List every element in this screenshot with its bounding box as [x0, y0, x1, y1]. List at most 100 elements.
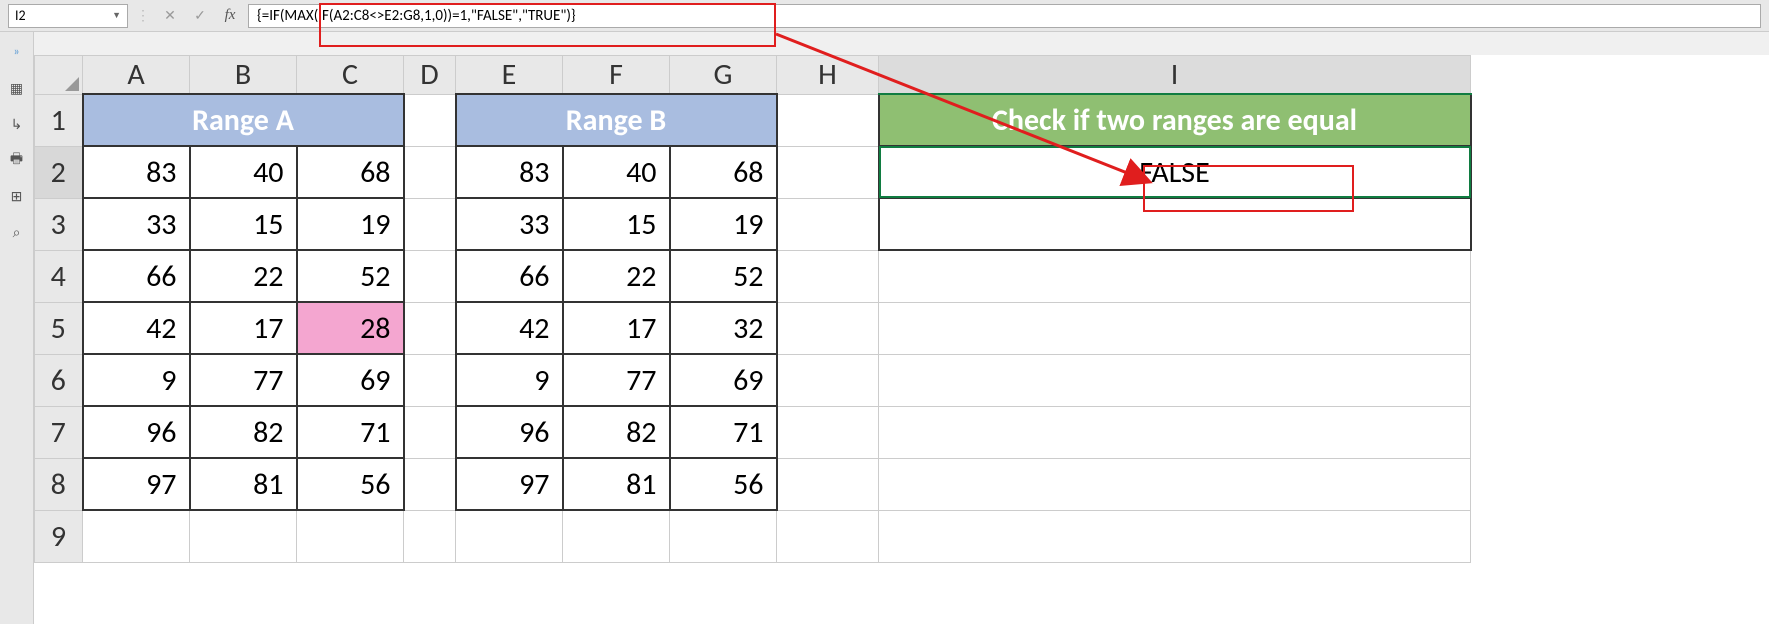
cell-D5[interactable]	[404, 302, 456, 354]
cell-D2[interactable]	[404, 146, 456, 198]
row-header-9[interactable]: 9	[35, 510, 83, 562]
cell-C4[interactable]: 52	[297, 250, 404, 302]
cell-A2[interactable]: 83	[83, 146, 190, 198]
cell-D1[interactable]	[404, 94, 456, 146]
cancel-button[interactable]: ✕	[158, 4, 182, 28]
col-header-E[interactable]: E	[456, 56, 563, 95]
cell-G8[interactable]: 56	[670, 458, 777, 510]
cell-A8[interactable]: 97	[83, 458, 190, 510]
cell-E4[interactable]: 66	[456, 250, 563, 302]
grid-icon[interactable]: ⊞	[7, 186, 27, 206]
cell-F7[interactable]: 82	[563, 406, 670, 458]
cell-D4[interactable]	[404, 250, 456, 302]
cell-E9[interactable]	[456, 510, 563, 562]
cell-I4[interactable]	[879, 250, 1471, 302]
cell-H3[interactable]	[777, 198, 879, 250]
cell-G7[interactable]: 71	[670, 406, 777, 458]
cell-I6[interactable]	[879, 354, 1471, 406]
cell-C9[interactable]	[297, 510, 404, 562]
cell-I5[interactable]	[879, 302, 1471, 354]
cell-C2[interactable]: 68	[297, 146, 404, 198]
cell-B9[interactable]	[190, 510, 297, 562]
cell-A9[interactable]	[83, 510, 190, 562]
cell-B5[interactable]: 17	[190, 302, 297, 354]
cell-H6[interactable]	[777, 354, 879, 406]
col-header-C[interactable]: C	[297, 56, 404, 95]
col-header-D[interactable]: D	[404, 56, 456, 95]
cell-F2[interactable]: 40	[563, 146, 670, 198]
cell-D6[interactable]	[404, 354, 456, 406]
row-header-1[interactable]: 1	[35, 94, 83, 146]
find-icon[interactable]: ⌕	[7, 222, 27, 242]
cell-C7[interactable]: 71	[297, 406, 404, 458]
table-icon[interactable]: ▦	[7, 78, 27, 98]
cell-E8[interactable]: 97	[456, 458, 563, 510]
cell-F8[interactable]: 81	[563, 458, 670, 510]
cell-H2[interactable]	[777, 146, 879, 198]
cell-H1[interactable]	[777, 94, 879, 146]
cell-E7[interactable]: 96	[456, 406, 563, 458]
cell-D8[interactable]	[404, 458, 456, 510]
enter-button[interactable]: ✓	[188, 4, 212, 28]
cell-C3[interactable]: 19	[297, 198, 404, 250]
col-header-B[interactable]: B	[190, 56, 297, 95]
cell-H7[interactable]	[777, 406, 879, 458]
cell-G3[interactable]: 19	[670, 198, 777, 250]
result-header[interactable]: Check if two ranges are equal	[879, 94, 1471, 146]
cell-H8[interactable]	[777, 458, 879, 510]
cell-F5[interactable]: 17	[563, 302, 670, 354]
cell-I2[interactable]: FALSE	[879, 146, 1471, 198]
row-header-6[interactable]: 6	[35, 354, 83, 406]
col-header-H[interactable]: H	[777, 56, 879, 95]
namebox-dropdown-icon[interactable]: ▼	[112, 10, 121, 21]
cell-G9[interactable]	[670, 510, 777, 562]
col-header-F[interactable]: F	[563, 56, 670, 95]
print-icon[interactable]: 🖶	[7, 150, 27, 170]
cell-F6[interactable]: 77	[563, 354, 670, 406]
cell-E6[interactable]: 9	[456, 354, 563, 406]
cell-E2[interactable]: 83	[456, 146, 563, 198]
expand-pane-icon[interactable]: »	[7, 42, 27, 62]
range-a-header[interactable]: Range A	[83, 94, 404, 146]
namebox[interactable]: I2 ▼	[8, 4, 128, 28]
cell-F4[interactable]: 22	[563, 250, 670, 302]
cell-G5[interactable]: 32	[670, 302, 777, 354]
select-all-corner[interactable]	[35, 56, 83, 95]
cell-H4[interactable]	[777, 250, 879, 302]
cell-B6[interactable]: 77	[190, 354, 297, 406]
cell-G4[interactable]: 52	[670, 250, 777, 302]
row-header-2[interactable]: 2	[35, 146, 83, 198]
col-header-G[interactable]: G	[670, 56, 777, 95]
col-header-I[interactable]: I	[879, 56, 1471, 95]
cell-D9[interactable]	[404, 510, 456, 562]
cell-H5[interactable]	[777, 302, 879, 354]
cell-G2[interactable]: 68	[670, 146, 777, 198]
cell-I3[interactable]	[879, 198, 1471, 250]
cell-A7[interactable]: 96	[83, 406, 190, 458]
cell-I9[interactable]	[879, 510, 1471, 562]
cell-I7[interactable]	[879, 406, 1471, 458]
cell-I8[interactable]	[879, 458, 1471, 510]
row-header-4[interactable]: 4	[35, 250, 83, 302]
cell-D7[interactable]	[404, 406, 456, 458]
cell-H9[interactable]	[777, 510, 879, 562]
cell-A6[interactable]: 9	[83, 354, 190, 406]
import-icon[interactable]: ↳	[7, 114, 27, 134]
row-header-8[interactable]: 8	[35, 458, 83, 510]
formula-input[interactable]: {=IF(MAX(IF(A2:C8<>E2:G8,1,0))=1,"FALSE"…	[248, 4, 1761, 28]
cell-A4[interactable]: 66	[83, 250, 190, 302]
row-header-3[interactable]: 3	[35, 198, 83, 250]
cell-B3[interactable]: 15	[190, 198, 297, 250]
cell-D3[interactable]	[404, 198, 456, 250]
cell-G6[interactable]: 69	[670, 354, 777, 406]
cell-F3[interactable]: 15	[563, 198, 670, 250]
cell-A3[interactable]: 33	[83, 198, 190, 250]
cell-F9[interactable]	[563, 510, 670, 562]
cell-B8[interactable]: 81	[190, 458, 297, 510]
range-b-header[interactable]: Range B	[456, 94, 777, 146]
cell-B7[interactable]: 82	[190, 406, 297, 458]
col-header-A[interactable]: A	[83, 56, 190, 95]
cell-C5[interactable]: 28	[297, 302, 404, 354]
worksheet[interactable]: A B C D E F G H I 1 Range A Range B Chec…	[34, 55, 1769, 624]
cell-C6[interactable]: 69	[297, 354, 404, 406]
